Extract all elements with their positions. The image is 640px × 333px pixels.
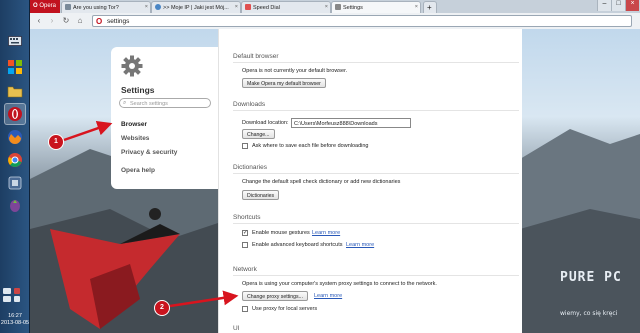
annotation-arrow-1 [63,121,113,142]
purepc-watermark: PURE PC wiemy, co się kręci [560,270,638,330]
annotation-badge-1: 1 [48,134,64,150]
watermark-tagline: wiemy, co się kręci [560,310,618,317]
annotation-badge-2: 2 [154,300,170,316]
annotation-arrows [63,121,239,308]
annotation-arrow-2 [169,290,239,308]
watermark-brand: PURE PC [560,270,622,285]
